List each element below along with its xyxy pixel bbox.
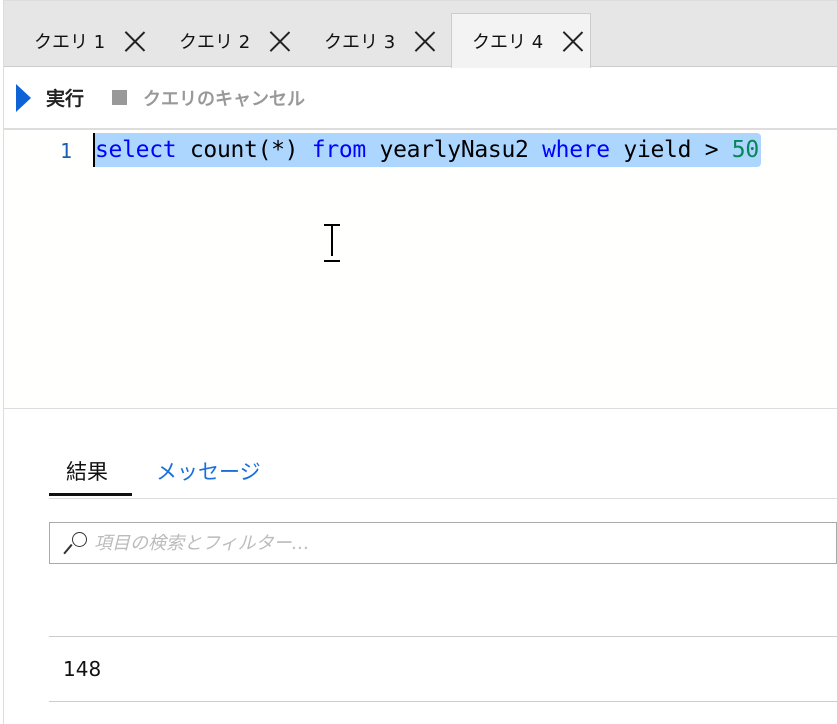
search-icon [62,529,90,557]
table-cell: 148 [63,657,102,681]
tab-query-4[interactable]: クエリ 4 [451,13,591,68]
code-text: yield > [609,137,732,163]
run-button[interactable]: 実行 [46,84,84,111]
close-icon[interactable] [268,29,292,53]
toolbar: 実行 クエリのキャンセル [4,67,837,130]
tab-query-2[interactable]: クエリ 2 [149,13,292,68]
results-tabs: 結果 メッセージ [49,450,837,499]
tab-messages[interactable]: メッセージ [156,456,261,486]
tab-query-1[interactable]: クエリ 1 [4,13,147,68]
keyword: select [95,137,177,163]
tab-label: クエリ 3 [324,31,396,53]
active-tab-indicator [49,493,132,496]
tab-query-3[interactable]: クエリ 3 [294,13,437,68]
tab-label: クエリ 2 [179,31,251,53]
code-text: yearlyNasu2 [365,137,543,163]
cancel-query-button[interactable]: クエリのキャンセル [143,85,305,111]
code-line[interactable]: select count(*) from yearlyNasu2 where y… [93,133,761,167]
tab-bar: クエリ 1 クエリ 2 クエリ 3 クエリ 4 [4,0,837,68]
tab-label: クエリ 4 [472,32,544,53]
close-icon[interactable] [561,29,585,53]
sql-editor[interactable]: 1 select count(*) from yearlyNasu2 where… [4,131,837,409]
table-row[interactable]: 148 [49,637,837,702]
close-icon[interactable] [413,29,437,53]
query-window: クエリ 1 クエリ 2 クエリ 3 クエリ 4 実行 クエリのキャンセル 1 s… [3,0,837,724]
search-input[interactable] [94,532,694,554]
text-cursor-icon [324,224,340,262]
keyword: where [542,137,610,163]
code-text: count(*) [176,137,312,163]
keyword: from [311,137,367,163]
search-filter-box [49,522,837,564]
play-icon[interactable] [16,83,31,112]
number-literal: 50 [731,137,759,163]
line-number: 1 [60,139,73,163]
close-icon[interactable] [123,29,147,53]
tab-results[interactable]: 結果 [66,456,108,486]
stop-icon [112,90,128,105]
tab-label: クエリ 1 [34,31,106,53]
